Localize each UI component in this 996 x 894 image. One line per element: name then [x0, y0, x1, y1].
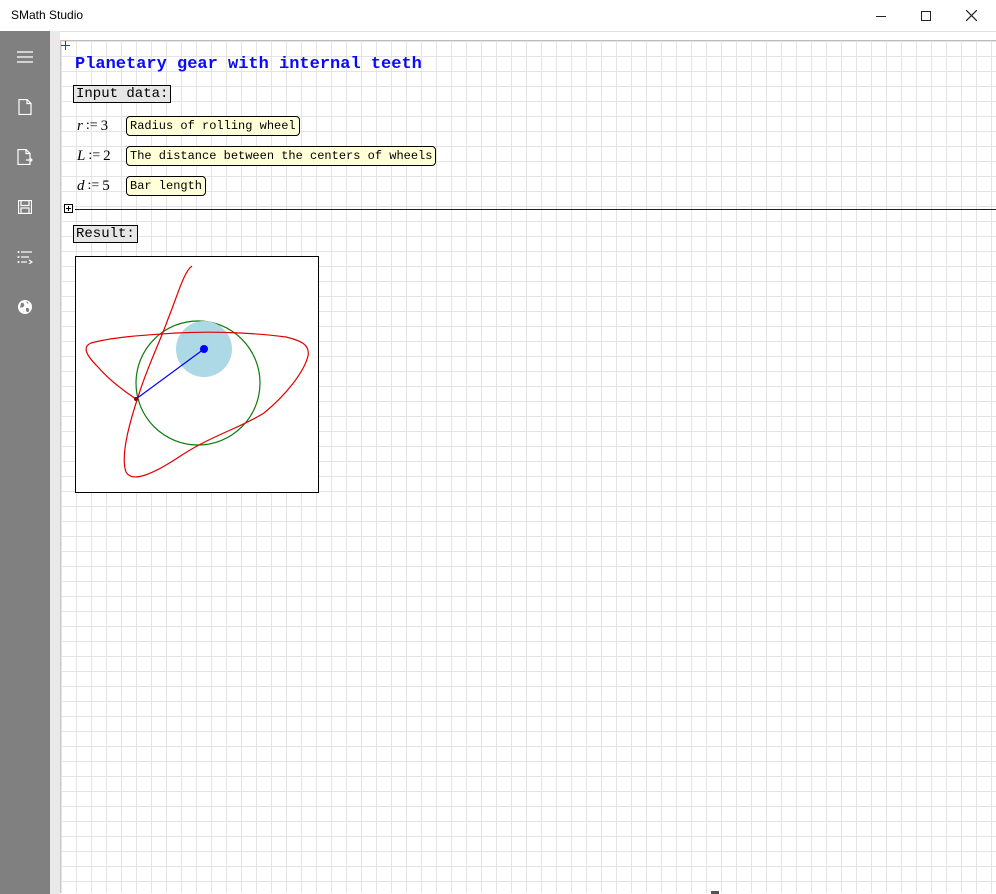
variable-value: 3 — [100, 117, 109, 134]
region-divider — [75, 209, 996, 210]
variable-value: 2 — [103, 147, 111, 164]
maximize-icon — [921, 10, 931, 21]
page-title[interactable]: Planetary gear with internal teeth — [75, 55, 422, 74]
close-icon — [965, 10, 977, 21]
sidebar — [0, 31, 50, 894]
close-button[interactable] — [948, 0, 994, 31]
variable-name: d — [77, 177, 85, 194]
trace-point — [134, 397, 138, 401]
assign-operator: := — [87, 178, 100, 193]
wheel-center-point — [200, 345, 208, 353]
plot-region[interactable] — [75, 256, 319, 493]
variable-name: L — [77, 147, 86, 164]
definition-d[interactable]: d := 5 — [77, 176, 110, 196]
input-data-label[interactable]: Input data: — [73, 85, 172, 103]
result-label[interactable]: Result: — [73, 225, 138, 243]
app-title: SMath Studio — [11, 8, 84, 22]
definition-L[interactable]: L := 2 — [77, 146, 111, 166]
plot-canvas — [85, 265, 309, 478]
assign-operator: := — [88, 148, 101, 163]
export-file-icon[interactable] — [13, 145, 37, 169]
sidebar-gap — [50, 31, 60, 894]
definition-r[interactable]: r := 3 — [77, 116, 108, 136]
worksheet[interactable]: Planetary gear with internal teeth Input… — [60, 40, 996, 893]
list-icon[interactable] — [13, 245, 37, 269]
minimize-button[interactable] — [858, 0, 904, 31]
variable-value: 5 — [102, 177, 110, 194]
globe-icon[interactable] — [13, 295, 37, 319]
new-file-icon[interactable] — [13, 95, 37, 119]
assign-operator: := — [85, 118, 98, 133]
save-icon[interactable] — [13, 195, 37, 219]
comment-note[interactable]: Radius of rolling wheel — [126, 116, 300, 136]
maximize-button[interactable] — [903, 0, 949, 31]
minimize-icon — [876, 15, 886, 17]
region-toggle-icon[interactable] — [64, 204, 73, 213]
title-bar: SMath Studio — [0, 0, 996, 32]
variable-name: r — [77, 117, 83, 134]
comment-note[interactable]: Bar length — [126, 176, 207, 196]
menu-icon[interactable] — [13, 45, 37, 69]
insertion-cursor-icon — [61, 41, 70, 50]
comment-note[interactable]: The distance between the centers of whee… — [126, 146, 437, 166]
